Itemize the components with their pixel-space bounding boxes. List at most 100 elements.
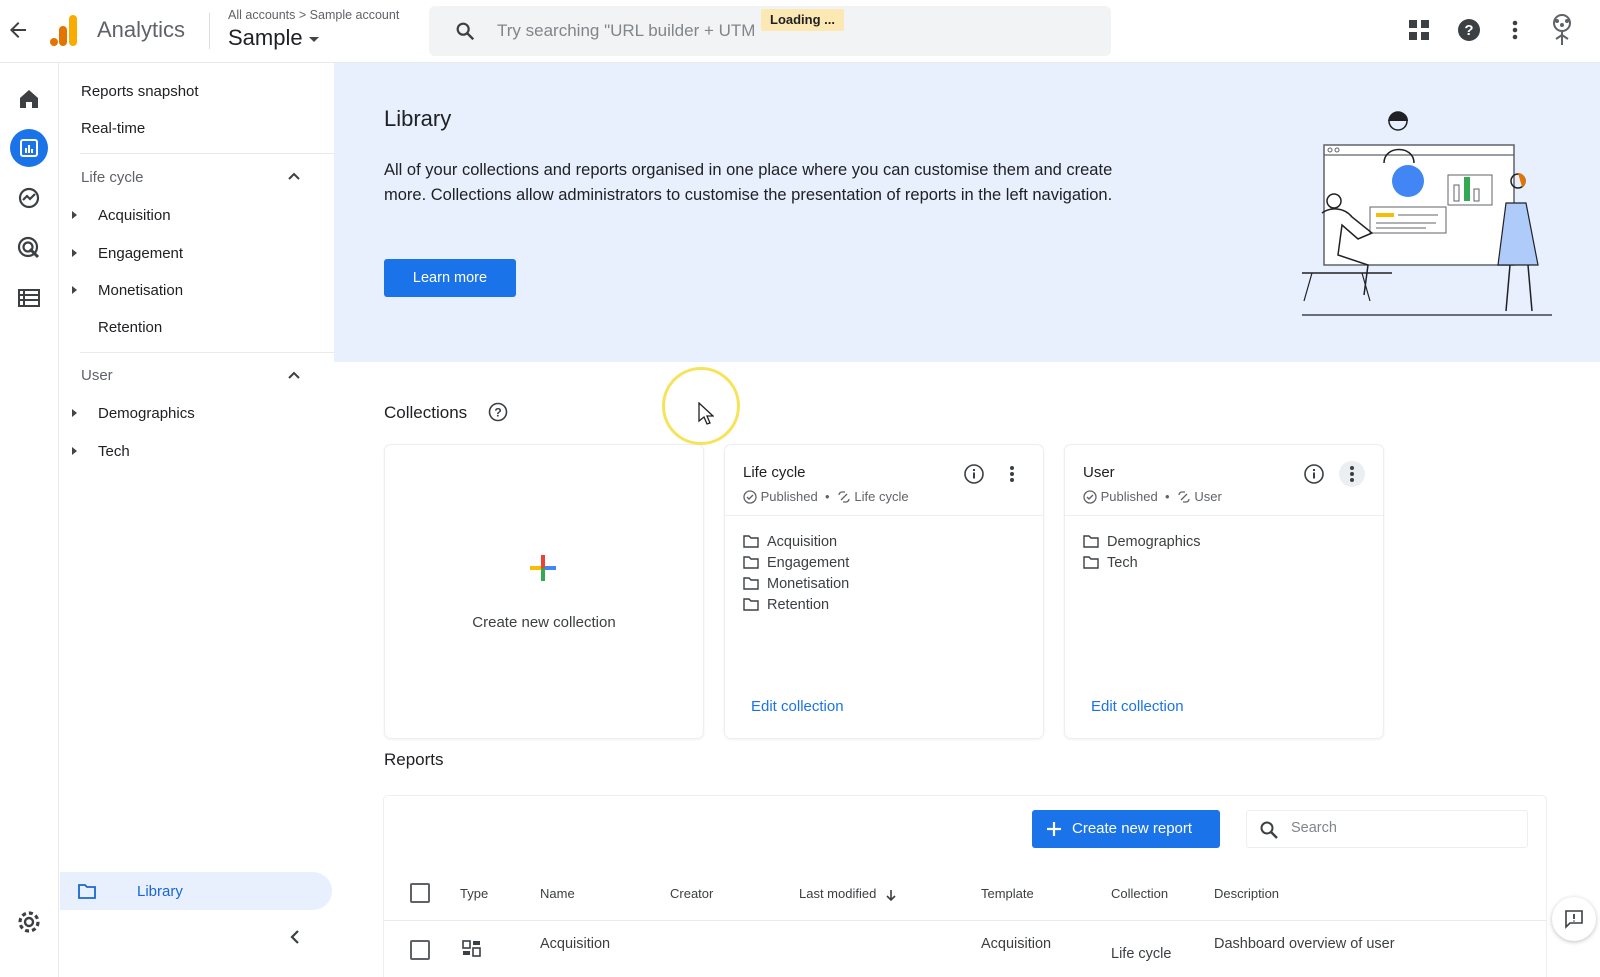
published-check-icon [743, 489, 757, 504]
column-header-type[interactable]: Type [460, 886, 488, 901]
nav-item-tech[interactable]: Tech [98, 443, 130, 460]
svg-text:?: ? [1464, 22, 1473, 39]
chevron-up-icon[interactable] [285, 168, 303, 186]
chevron-up-icon[interactable] [285, 367, 303, 385]
analytics-logo-icon[interactable] [49, 15, 79, 47]
info-icon[interactable] [1303, 463, 1325, 485]
edit-collection-link[interactable]: Edit collection [1091, 698, 1184, 715]
folder-icon [1083, 555, 1099, 569]
more-vert-icon[interactable] [999, 461, 1025, 487]
row-checkbox[interactable] [410, 940, 430, 960]
search-icon [456, 22, 475, 41]
search-placeholder[interactable]: Try searching "URL builder + UTM [497, 21, 755, 41]
select-all-checkbox[interactable] [410, 883, 430, 903]
nav-item-demographics[interactable]: Demographics [98, 405, 195, 422]
create-collection-card[interactable]: Create new collection [385, 445, 703, 738]
nav-item-acquisition[interactable]: Acquisition [98, 207, 171, 224]
column-header-collection[interactable]: Collection [1111, 886, 1168, 901]
breadcrumb-chevron-icon: > [298, 8, 310, 22]
help-outline-icon[interactable]: ? [488, 402, 508, 422]
nav-section-user[interactable]: User [81, 367, 113, 384]
expand-arrow-icon[interactable] [72, 249, 77, 257]
expand-arrow-icon[interactable] [72, 447, 77, 455]
report-name[interactable]: Acquisition [540, 936, 610, 952]
explore-icon[interactable] [16, 185, 42, 211]
back-arrow-icon[interactable] [6, 18, 30, 42]
list-item: Monetisation [743, 574, 849, 595]
breadcrumb-account[interactable]: Sample account [310, 8, 400, 22]
topic-label: Monetisation [767, 576, 850, 592]
list-item: Demographics [1083, 532, 1201, 553]
collection-topic-list: Acquisition Engagement Monetisation Rete… [743, 532, 849, 616]
account-picker[interactable]: Sample [228, 25, 319, 51]
nav-item-engagement[interactable]: Engagement [98, 245, 183, 262]
column-header-last-modified[interactable]: Last modified [799, 886, 898, 902]
report-description: Dashboard overview of user [1214, 936, 1395, 952]
settings-icon[interactable] [16, 909, 42, 935]
column-header-template[interactable]: Template [981, 886, 1034, 901]
folder-icon [743, 534, 759, 548]
template-link-icon [838, 490, 850, 503]
collection-card-user[interactable]: User Published • User Demographics Tech … [1065, 445, 1383, 738]
add-icon [530, 555, 556, 581]
collection-card-life-cycle[interactable]: Life cycle Published • Life cycle Acquis… [725, 445, 1043, 738]
top-app-bar: Analytics All accounts > Sample account … [0, 0, 1600, 63]
collection-topic-list: Demographics Tech [1083, 532, 1201, 574]
apps-grid-icon[interactable] [1405, 16, 1433, 44]
create-new-report-button[interactable]: Create new report [1032, 810, 1220, 848]
expand-arrow-icon[interactable] [72, 409, 77, 417]
expand-arrow-icon[interactable] [72, 286, 77, 294]
topic-label: Engagement [767, 555, 850, 571]
column-header-description[interactable]: Description [1214, 886, 1279, 901]
folder-icon [743, 576, 759, 590]
topic-label: Demographics [1107, 534, 1201, 550]
nav-item-library[interactable]: Library [60, 872, 332, 910]
more-vert-icon[interactable] [1339, 461, 1365, 487]
info-icon[interactable] [963, 463, 985, 485]
search-icon [1260, 821, 1278, 839]
collapse-nav-icon[interactable] [285, 927, 305, 947]
configure-icon[interactable] [16, 285, 42, 311]
nav-section-life-cycle[interactable]: Life cycle [81, 169, 144, 186]
account-name[interactable]: Sample [228, 25, 303, 50]
breadcrumb-all-accounts[interactable]: All accounts [228, 8, 295, 22]
topic-label: Acquisition [767, 534, 838, 550]
folder-icon [1083, 534, 1099, 548]
create-collection-label[interactable]: Create new collection [385, 614, 703, 631]
published-check-icon [1083, 489, 1097, 504]
dashboard-type-icon [462, 940, 481, 957]
divider [1065, 515, 1383, 516]
product-name: Analytics [97, 17, 186, 42]
more-vert-icon[interactable] [1501, 16, 1529, 44]
nav-item-retention[interactable]: Retention [98, 319, 162, 336]
account-avatar-icon[interactable] [1547, 13, 1577, 47]
nav-item-monetisation[interactable]: Monetisation [98, 282, 183, 299]
collection-template: Life cycle [854, 489, 909, 505]
library-illustration [1302, 111, 1552, 316]
learn-more-button[interactable]: Learn more [384, 259, 516, 297]
list-item: Acquisition [743, 532, 849, 553]
breadcrumb[interactable]: All accounts > Sample account [228, 8, 399, 22]
page-title: Library [384, 106, 452, 131]
collection-status: Published [1100, 489, 1158, 505]
column-header-name[interactable]: Name [540, 886, 575, 901]
column-header-creator[interactable]: Creator [670, 886, 713, 901]
dropdown-caret-icon [308, 36, 319, 42]
report-search-field[interactable] [1246, 810, 1528, 848]
search-bar[interactable]: Try searching "URL builder + UTM Loading… [429, 6, 1111, 56]
advertising-icon[interactable] [16, 235, 42, 261]
add-icon [1047, 822, 1061, 836]
expand-arrow-icon[interactable] [72, 211, 77, 219]
collection-title: Life cycle [743, 464, 806, 481]
nav-reports-snapshot[interactable]: Reports snapshot [81, 83, 199, 100]
create-new-report-label: Create new report [1072, 820, 1193, 837]
feedback-button[interactable] [1552, 897, 1596, 941]
list-item: Engagement [743, 553, 849, 574]
search-input[interactable] [1291, 820, 1511, 836]
reports-rail-active-indicator[interactable] [10, 129, 48, 167]
collection-status: Published [760, 489, 818, 505]
edit-collection-link[interactable]: Edit collection [751, 698, 844, 715]
nav-real-time[interactable]: Real-time [81, 120, 145, 137]
help-icon[interactable]: ? [1455, 16, 1483, 44]
home-icon[interactable] [16, 86, 42, 112]
